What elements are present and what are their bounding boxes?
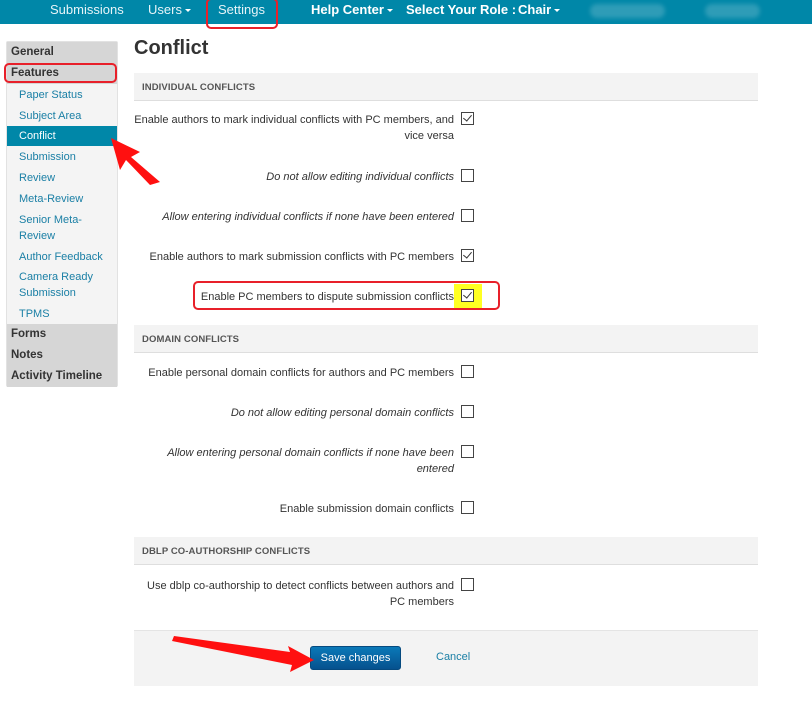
checkmark-icon bbox=[463, 289, 472, 299]
nav-settings[interactable]: Settings bbox=[218, 2, 265, 17]
sidebar-section-forms[interactable]: Forms bbox=[7, 324, 117, 345]
option-checkbox[interactable] bbox=[461, 169, 474, 182]
sidebar-item-meta-review[interactable]: Meta-Review bbox=[7, 191, 117, 207]
top-navbar: Submissions Users Settings Help Center S… bbox=[0, 0, 812, 24]
option-label: Do not allow editing personal domain con… bbox=[230, 407, 454, 419]
nav-users-label: Users bbox=[148, 2, 182, 17]
redacted-user-info bbox=[590, 4, 665, 18]
option-label: Enable authors to mark submission confli… bbox=[149, 251, 454, 263]
option-checkbox[interactable] bbox=[461, 405, 474, 418]
option-label: Enable PC members to dispute submission … bbox=[200, 291, 454, 303]
option-checkbox[interactable] bbox=[461, 209, 474, 222]
nav-help-center[interactable]: Help Center bbox=[311, 2, 393, 17]
sidebar-item-tpms[interactable]: TPMS bbox=[7, 306, 117, 322]
nav-users[interactable]: Users bbox=[148, 2, 191, 17]
option-label: Allow entering personal domain conflicts… bbox=[167, 447, 454, 475]
option-checkbox[interactable] bbox=[461, 365, 474, 378]
sidebar-item-submission[interactable]: Submission bbox=[7, 149, 117, 165]
option-checkbox[interactable] bbox=[461, 112, 474, 125]
option-label: Do not allow editing individual conflict… bbox=[266, 171, 454, 183]
option-checkbox[interactable] bbox=[461, 578, 474, 591]
sidebar-item-review[interactable]: Review bbox=[7, 170, 117, 186]
page-title: Conflict bbox=[134, 37, 209, 59]
option-checkbox[interactable] bbox=[461, 445, 474, 458]
option-checkbox[interactable] bbox=[461, 501, 474, 514]
option-label: Enable submission domain conflicts bbox=[279, 503, 454, 515]
chevron-down-icon bbox=[554, 9, 561, 13]
section-heading-individual: INDIVIDUAL CONFLICTS bbox=[134, 73, 758, 101]
option-label: Allow entering individual conflicts if n… bbox=[162, 211, 454, 223]
checkmark-icon bbox=[463, 112, 472, 122]
role-select-value: Chair bbox=[518, 2, 552, 17]
sidebar-section-general[interactable]: General bbox=[7, 42, 117, 63]
role-select[interactable]: Chair bbox=[518, 2, 561, 17]
role-label: Select Your Role : bbox=[406, 2, 517, 17]
chevron-down-icon bbox=[184, 9, 191, 13]
nav-help-center-label: Help Center bbox=[311, 2, 384, 17]
option-checkbox[interactable] bbox=[461, 249, 474, 262]
checkmark-icon bbox=[463, 249, 472, 259]
sidebar-item-conflict[interactable]: Conflict bbox=[7, 126, 117, 146]
sidebar: General Features Paper Status Subject Ar… bbox=[6, 41, 118, 387]
sidebar-item-camera-ready[interactable]: Camera Ready Submission bbox=[7, 269, 102, 301]
nav-submissions[interactable]: Submissions bbox=[50, 2, 124, 17]
save-button[interactable]: Save changes bbox=[310, 646, 401, 670]
section-heading-dblp: DBLP CO-AUTHORSHIP CONFLICTS bbox=[134, 537, 758, 565]
sidebar-section-features[interactable]: Features bbox=[7, 63, 117, 84]
option-label: Use dblp co-authorship to detect conflic… bbox=[147, 580, 454, 608]
section-heading-domain: DOMAIN CONFLICTS bbox=[134, 325, 758, 353]
redacted-user-menu bbox=[705, 4, 760, 18]
option-checkbox[interactable] bbox=[461, 289, 474, 302]
sidebar-section-notes[interactable]: Notes bbox=[7, 345, 117, 366]
sidebar-section-activity-timeline[interactable]: Activity Timeline bbox=[7, 366, 117, 387]
sidebar-item-author-feedback[interactable]: Author Feedback bbox=[7, 249, 117, 265]
sidebar-item-subject-area[interactable]: Subject Area bbox=[7, 108, 117, 124]
option-label: Enable authors to mark individual confli… bbox=[134, 114, 454, 142]
cancel-link[interactable]: Cancel bbox=[436, 651, 470, 663]
sidebar-item-senior-meta-review[interactable]: Senior Meta-Review bbox=[7, 212, 97, 244]
option-label: Enable personal domain conflicts for aut… bbox=[148, 367, 454, 379]
sidebar-item-paper-status[interactable]: Paper Status bbox=[7, 87, 117, 103]
chevron-down-icon bbox=[386, 9, 393, 13]
